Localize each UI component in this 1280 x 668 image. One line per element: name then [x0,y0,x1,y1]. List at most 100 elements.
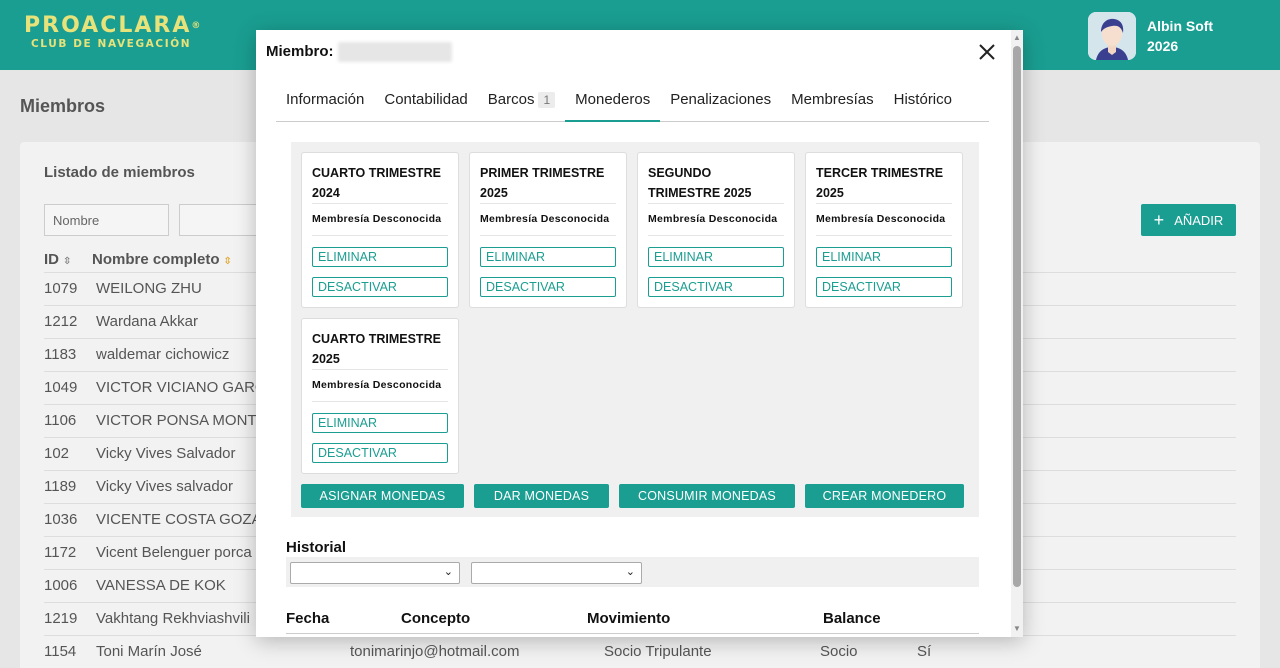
give-coins-button[interactable]: DAR MONEDAS [474,484,609,508]
table-row[interactable]: 1154 Toni Marín José tonimarinjo@hotmail.c… [44,636,1236,668]
row-id: 1006 [44,577,78,594]
wallet-name: CUARTO TRIMESTRE 2025 [312,332,441,366]
row-id: 1212 [44,313,78,330]
scroll-thumb[interactable] [1013,46,1021,587]
history-title: Historial [286,539,347,556]
tab-penalizaciones[interactable]: Penalizaciones [660,88,781,122]
row-email: tonimarinjo@hotmail.com [350,643,520,660]
history-column-header: Movimiento [587,610,671,627]
tab-monederos[interactable]: Monederos [565,88,661,122]
divider [648,235,784,236]
column-header-id[interactable]: ID ⇳ [44,251,71,268]
name-filter-input[interactable]: Nombre [44,204,169,236]
history-filter-select-2[interactable]: ⌄ [471,562,642,584]
row-name: Wardana Akkar [96,313,198,330]
delete-wallet-button[interactable]: ELIMINAR [816,247,952,267]
row-name: Vicent Belenguer porca [96,544,252,561]
row-id: 1106 [44,412,77,429]
chevron-down-icon: ⌄ [625,566,635,578]
deactivate-wallet-button[interactable]: DESACTIVAR [312,277,448,297]
delete-wallet-button[interactable]: ELIMINAR [648,247,784,267]
divider [816,203,952,204]
row-member-type: Socio Tripulante [604,643,712,660]
deactivate-wallet-button[interactable]: DESACTIVAR [312,443,448,463]
row-name: Toni Marín José [96,643,202,660]
deactivate-wallet-button[interactable]: DESACTIVAR [816,277,952,297]
tab-barcos[interactable]: Barcos 1 [478,88,565,122]
wallet-card: SEGUNDO TRIMESTRE 2025 Membresía Descono… [637,152,795,308]
user-name: Albin Soft [1147,18,1214,34]
tab-membresias[interactable]: Membresías [781,88,884,122]
sort-icon: ⇳ [63,256,72,267]
page-title: Miembros [20,96,106,116]
close-button[interactable] [977,42,997,62]
history-column-header: Balance [823,610,881,627]
divider [312,203,448,204]
row-name: Vakhtang Rekhviashvili [96,610,250,627]
user-year: 2026 [1147,38,1179,54]
row-name: waldemar cichowicz [96,346,230,363]
modal-header: Miembro: [256,30,1012,72]
divider [312,369,448,370]
delete-wallet-button[interactable]: ELIMINAR [480,247,616,267]
tab-label: Penalizaciones [670,91,772,108]
wallet-name: PRIMER TRIMESTRE 2025 [480,166,605,200]
close-icon [979,44,995,60]
row-name: VANESSA DE KOK [96,577,226,594]
wallet-membership: Membresía Desconocida [312,379,442,391]
wallet-name: TERCER TRIMESTRE 2025 [816,166,944,200]
wallet-card: TERCER TRIMESTRE 2025 Membresía Desconoc… [805,152,963,308]
history-header-divider [286,633,979,634]
sort-icon: ⇳ [223,256,232,267]
wallet-membership: Membresía Desconocida [816,213,946,225]
wallet-membership: Membresía Desconocida [648,213,778,225]
history-filter-select-1[interactable]: ⌄ [290,562,460,584]
modal-title: Miembro: [266,42,452,62]
wallet-name: CUARTO TRIMESTRE 2024 [312,166,441,200]
create-wallet-button[interactable]: CREAR MONEDERO [805,484,964,508]
club-logo[interactable]: PROACLARA® CLUB DE NAVEGACIÓN [24,14,201,51]
modal-scrollbar[interactable]: ▲ ▼ [1011,30,1023,637]
wallet-card: CUARTO TRIMESTRE 2025 Membresía Desconoc… [301,318,459,474]
assign-coins-button[interactable]: ASIGNAR MONEDAS [301,484,464,508]
tab-label: Monederos [575,91,651,108]
row-active: Sí [917,643,932,660]
column-header-id-label: ID [44,251,59,268]
tab-informacion[interactable]: Información [276,88,374,122]
tab-label: Contabilidad [384,91,468,108]
row-id: 1183 [44,346,77,363]
wallet-membership: Membresía Desconocida [480,213,610,225]
row-id: 1189 [44,478,77,495]
divider [312,235,448,236]
user-menu[interactable]: Albin Soft 2026 [1088,12,1213,60]
tab-contabilidad[interactable]: Contabilidad [374,88,477,122]
registered-mark: ® [191,21,201,31]
row-name: Vicky Vives Salvador [96,445,236,462]
tab-historico[interactable]: Histórico [884,88,962,122]
divider [312,401,448,402]
row-name: WEILONG ZHU [96,280,202,297]
scroll-down-icon[interactable]: ▼ [1013,625,1021,633]
row-id: 1154 [44,643,77,660]
second-filter-input[interactable] [179,204,259,236]
column-header-name[interactable]: Nombre completo ⇳ [92,251,232,268]
wallet-name: SEGUNDO TRIMESTRE 2025 [648,166,752,200]
tab-label: Información [286,91,365,108]
delete-wallet-button[interactable]: ELIMINAR [312,247,448,267]
row-id: 102 [44,445,70,462]
plus-icon: + [1153,210,1165,230]
add-button-label: AÑADIR [1174,212,1224,228]
deactivate-wallet-button[interactable]: DESACTIVAR [480,277,616,297]
row-id: 1036 [44,511,78,528]
row-id: 1079 [44,280,78,297]
consume-coins-button[interactable]: CONSUMIR MONEDAS [619,484,795,508]
modal-tabs: Información Contabilidad Barcos 1 Moneder… [276,88,989,122]
wallet-card: PRIMER TRIMESTRE 2025 Membresía Desconoc… [469,152,627,308]
scroll-up-icon[interactable]: ▲ [1013,34,1021,42]
delete-wallet-button[interactable]: ELIMINAR [312,413,448,433]
member-modal: Miembro: ▲ ▼ Información Contabilidad Ba… [256,30,1023,637]
column-header-name-label: Nombre completo [92,251,220,268]
avatar[interactable] [1088,12,1136,60]
add-member-button[interactable]: + AÑADIR [1141,204,1236,236]
deactivate-wallet-button[interactable]: DESACTIVAR [648,277,784,297]
